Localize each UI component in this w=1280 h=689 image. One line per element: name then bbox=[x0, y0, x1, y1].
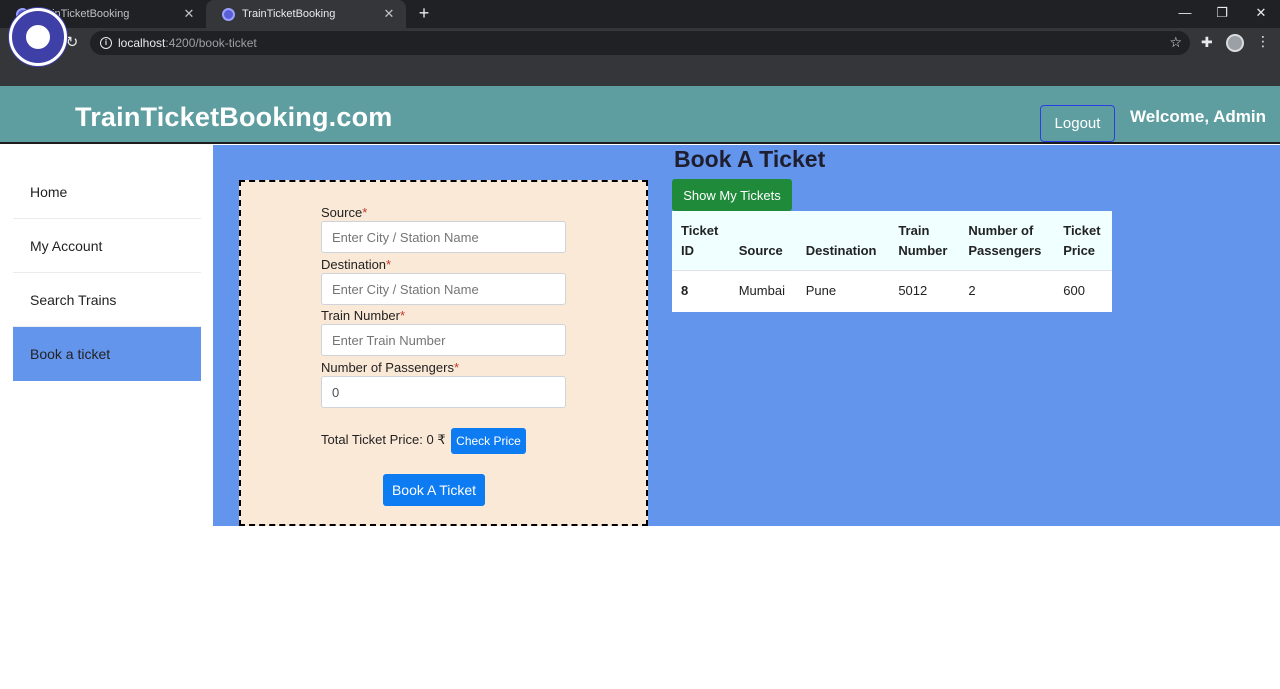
booking-form: Source* Destination* Train Number* Numbe… bbox=[239, 180, 648, 526]
column-header-train-number: Train Number bbox=[889, 211, 960, 271]
browser-tab-strip: TrainTicketBooking ✕ TrainTicketBooking … bbox=[0, 0, 1280, 28]
welcome-text: Welcome, Admin bbox=[1130, 107, 1267, 126]
sidebar-nav: Home My Account Search Trains Book a tic… bbox=[13, 165, 201, 381]
sidebar-item-book-ticket[interactable]: Book a ticket bbox=[13, 327, 201, 381]
destination-label: Destination* bbox=[321, 257, 392, 272]
cell-train-number: 5012 bbox=[898, 283, 928, 298]
url-host: localhost bbox=[118, 36, 166, 50]
railway-logo-icon[interactable] bbox=[9, 8, 67, 66]
maximize-icon[interactable]: ❐ bbox=[1204, 0, 1240, 28]
total-price-text: Total Ticket Price: 0 ₹ bbox=[321, 432, 446, 447]
site-favicon-icon bbox=[222, 7, 235, 21]
address-bar[interactable]: i localhost :4200/book-ticket ☆ bbox=[90, 31, 1190, 55]
logout-button[interactable]: Logout bbox=[1040, 105, 1115, 142]
book-ticket-button[interactable]: Book A Ticket bbox=[383, 474, 485, 506]
main-content: Source* Destination* Train Number* Numbe… bbox=[213, 145, 1280, 526]
cell-destination: Pune bbox=[805, 283, 837, 298]
new-tab-plus-icon[interactable]: + bbox=[414, 3, 434, 23]
table-row: 8 Mumbai Pune 5012 2 600 bbox=[672, 271, 1112, 313]
table-header-row: Ticket ID Source Destination Train Number … bbox=[672, 211, 1112, 271]
column-header-source: Source bbox=[729, 211, 797, 271]
cell-source: Mumbai bbox=[738, 283, 785, 298]
site-info-icon[interactable]: i bbox=[100, 37, 112, 49]
train-number-input[interactable] bbox=[321, 324, 566, 356]
extensions-puzzle-icon[interactable]: ✚ bbox=[1201, 34, 1213, 51]
passengers-input[interactable] bbox=[321, 376, 566, 408]
sidebar-item-home[interactable]: Home bbox=[13, 165, 201, 219]
page-title: Book A Ticket bbox=[674, 146, 826, 172]
window-close-icon[interactable]: ✕ bbox=[1243, 0, 1279, 28]
browser-tab-active[interactable]: TrainTicketBooking ✕ bbox=[206, 0, 406, 28]
source-input[interactable] bbox=[321, 221, 566, 253]
check-price-button[interactable]: Check Price bbox=[451, 428, 526, 454]
sidebar-item-my-account[interactable]: My Account bbox=[13, 219, 201, 273]
train-number-label: Train Number* bbox=[321, 308, 406, 323]
show-my-tickets-button[interactable]: Show My Tickets bbox=[672, 179, 792, 211]
passengers-label: Number of Passengers* bbox=[321, 360, 460, 375]
cell-price: 600 bbox=[1063, 283, 1085, 298]
column-header-ticket-id: Ticket ID bbox=[672, 211, 730, 271]
bookmark-star-icon[interactable]: ☆ bbox=[1169, 34, 1182, 51]
tickets-table: Ticket ID Source Destination Train Number … bbox=[672, 211, 1112, 312]
destination-input[interactable] bbox=[321, 273, 566, 305]
tab-title: TrainTicketBooking bbox=[242, 8, 336, 20]
profile-avatar[interactable] bbox=[1226, 34, 1244, 52]
source-label: Source* bbox=[321, 205, 368, 220]
browser-menu-icon[interactable]: ⋮ bbox=[1256, 33, 1270, 50]
bookmarks-bar bbox=[0, 58, 1280, 86]
cell-passengers: 2 bbox=[968, 283, 976, 298]
close-icon[interactable]: ✕ bbox=[178, 6, 200, 22]
browser-toolbar: ← → ↻ i localhost :4200/book-ticket ☆ bbox=[0, 28, 1280, 58]
cell-ticket-id: 8 bbox=[681, 283, 689, 298]
url-path: :4200/book-ticket bbox=[165, 36, 257, 50]
app-header: TrainTicketBooking.com Logout Welcome, A… bbox=[0, 86, 1280, 144]
column-header-destination: Destination bbox=[796, 211, 890, 271]
column-header-passengers: Number of Passengers bbox=[959, 211, 1055, 271]
minimize-icon[interactable]: — bbox=[1167, 0, 1203, 28]
sidebar-item-search-trains[interactable]: Search Trains bbox=[13, 273, 201, 327]
brand-title[interactable]: TrainTicketBooking.com bbox=[75, 102, 392, 133]
column-header-ticket-price: Ticket Price bbox=[1054, 211, 1112, 271]
close-icon[interactable]: ✕ bbox=[378, 6, 400, 22]
